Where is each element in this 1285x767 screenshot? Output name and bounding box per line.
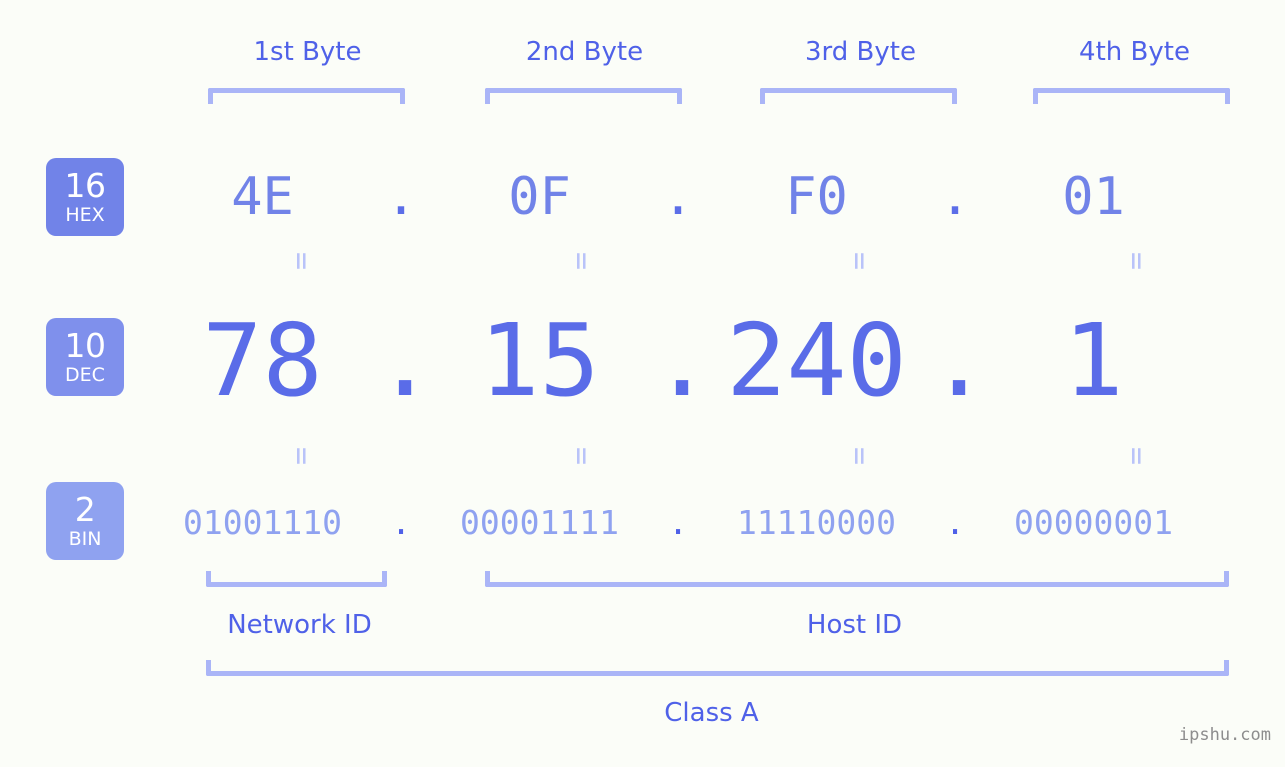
byte-header-3: 3rd Byte bbox=[805, 37, 916, 67]
bin-byte-3: 11110000 bbox=[737, 502, 896, 542]
base-badge-hex: 16 HEX bbox=[46, 158, 124, 236]
base-badge-dec-abbr: DEC bbox=[65, 364, 105, 386]
dec-byte-2: 15 bbox=[479, 301, 600, 419]
decimal-value-row: 78 . 15 . 240 . 1 bbox=[150, 300, 1285, 420]
hex-separator-3: . bbox=[939, 167, 971, 227]
bin-separator-3: . bbox=[945, 502, 965, 542]
dec-byte-4: 1 bbox=[1063, 301, 1124, 419]
bin-separator-2: . bbox=[668, 502, 688, 542]
base-badge-dec: 10 DEC bbox=[46, 318, 124, 396]
equals-mark-hex-dec-2: = bbox=[564, 251, 599, 271]
bin-byte-1: 01001110 bbox=[183, 502, 342, 542]
base-badge-bin-abbr: BIN bbox=[68, 528, 102, 550]
network-id-label: Network ID bbox=[227, 610, 372, 640]
base-badge-hex-abbr: HEX bbox=[65, 204, 105, 226]
ip-address-breakdown-diagram: 1st Byte 2nd Byte 3rd Byte 4th Byte 16 H… bbox=[0, 0, 1285, 767]
byte-header-1: 1st Byte bbox=[253, 37, 362, 67]
hex-byte-1: 4E bbox=[231, 167, 294, 227]
bin-separator-1: . bbox=[391, 502, 411, 542]
base-badge-dec-number: 10 bbox=[64, 326, 107, 365]
dec-byte-3: 240 bbox=[726, 301, 907, 419]
network-id-bracket bbox=[206, 571, 387, 587]
byte-header-2: 2nd Byte bbox=[525, 37, 644, 67]
dec-separator-2: . bbox=[652, 301, 713, 419]
base-badge-bin-number: 2 bbox=[74, 490, 96, 529]
class-bracket bbox=[206, 660, 1229, 676]
binary-value-row: 01001110 . 00001111 . 11110000 . 0000000… bbox=[150, 492, 1285, 552]
equals-mark-dec-bin-2: = bbox=[564, 446, 599, 466]
bin-byte-2: 00001111 bbox=[460, 502, 619, 542]
host-id-label: Host ID bbox=[806, 610, 903, 640]
byte-bracket-3 bbox=[760, 88, 957, 104]
dec-byte-1: 78 bbox=[202, 301, 323, 419]
base-badge-hex-number: 16 bbox=[64, 166, 107, 205]
hex-value-row: 4E . 0F . F0 . 01 bbox=[150, 152, 1285, 242]
watermark: ipshu.com bbox=[1178, 725, 1271, 745]
equals-mark-hex-dec-3: = bbox=[842, 251, 877, 271]
byte-header-4: 4th Byte bbox=[1079, 37, 1190, 67]
dec-separator-3: . bbox=[929, 301, 990, 419]
host-id-bracket bbox=[485, 571, 1229, 587]
equals-mark-hex-dec-4: = bbox=[1119, 251, 1154, 271]
equals-mark-dec-bin-3: = bbox=[842, 446, 877, 466]
dec-separator-1: . bbox=[375, 301, 436, 419]
base-badge-bin: 2 BIN bbox=[46, 482, 124, 560]
equals-mark-hex-dec-1: = bbox=[284, 251, 319, 271]
hex-separator-2: . bbox=[662, 167, 694, 227]
hex-byte-4: 01 bbox=[1062, 167, 1125, 227]
byte-bracket-4 bbox=[1033, 88, 1230, 104]
hex-separator-1: . bbox=[385, 167, 417, 227]
class-label: Class A bbox=[664, 698, 759, 728]
equals-mark-dec-bin-4: = bbox=[1119, 446, 1154, 466]
equals-mark-dec-bin-1: = bbox=[284, 446, 319, 466]
byte-bracket-2 bbox=[485, 88, 682, 104]
byte-bracket-1 bbox=[208, 88, 405, 104]
hex-byte-2: 0F bbox=[508, 167, 571, 227]
bin-byte-4: 00000001 bbox=[1014, 502, 1173, 542]
hex-byte-3: F0 bbox=[785, 167, 848, 227]
